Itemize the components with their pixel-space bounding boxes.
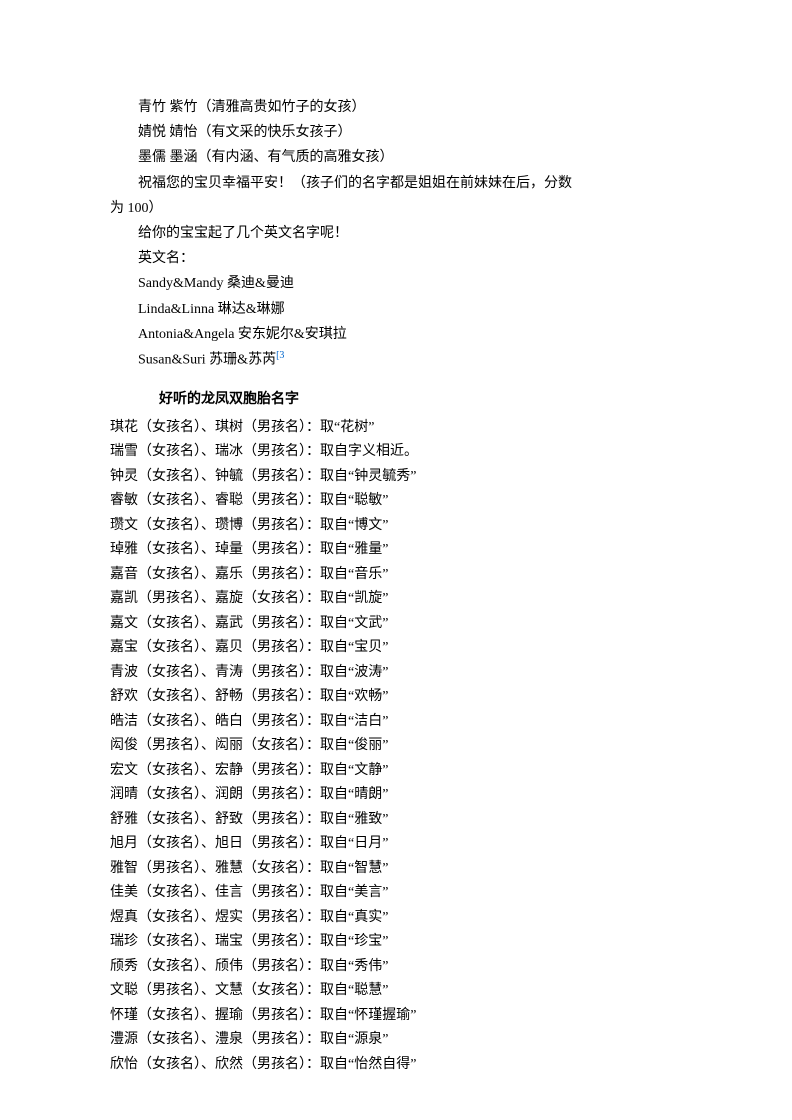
name-pair-line: 琪花（女孩名）、琪树（男孩名）：取“花树” <box>110 416 682 441</box>
more-line-3: Sandy&Mandy 桑迪&曼迪 <box>110 271 682 296</box>
intro-line-5: 为 100） <box>110 196 682 221</box>
name-pair-line: 佳美（女孩名）、佳言（男孩名）：取自“美言” <box>110 881 682 906</box>
name-pair-line: 欣怡（女孩名）、欣然（男孩名）：取自“怡然自得” <box>110 1053 682 1078</box>
more-line-2: 英文名： <box>110 246 682 271</box>
name-pair-line: 嘉音（女孩名）、嘉乐（男孩名）：取自“音乐” <box>110 563 682 588</box>
name-pair-line: 颀秀（女孩名）、颀伟（男孩名）：取自“秀伟” <box>110 955 682 980</box>
last-english-line: Susan&Suri 苏珊&苏芮[3 <box>110 347 682 373</box>
name-pair-line: 睿敏（女孩名）、睿聪（男孩名）：取自“聪敏” <box>110 489 682 514</box>
intro-line-2: 婧悦 婧怡（有文采的快乐女孩子） <box>110 120 682 145</box>
name-pair-line: 青波（女孩名）、青涛（男孩名）：取自“波涛” <box>110 661 682 686</box>
name-pair-line: 舒雅（女孩名）、舒致（男孩名）：取自“雅致” <box>110 808 682 833</box>
name-pair-line: 瑞珍（女孩名）、瑞宝（男孩名）：取自“珍宝” <box>110 930 682 955</box>
intro-line-3: 墨儒 墨涵（有内涵、有气质的高雅女孩） <box>110 145 682 170</box>
name-pair-line: 文聪（男孩名）、文慧（女孩名）：取自“聪慧” <box>110 979 682 1004</box>
name-pair-line: 皓洁（女孩名）、皓白（男孩名）：取自“洁白” <box>110 710 682 735</box>
name-pair-line: 闳俊（男孩名）、闳丽（女孩名）：取自“俊丽” <box>110 734 682 759</box>
name-pair-line: 澧源（女孩名）、澧泉（男孩名）：取自“源泉” <box>110 1028 682 1053</box>
name-pair-line: 瓒文（女孩名）、瓒博（男孩名）：取自“博文” <box>110 514 682 539</box>
name-pair-line: 钟灵（女孩名）、钟毓（男孩名）：取自“钟灵毓秀” <box>110 465 682 490</box>
name-pair-line: 嘉文（女孩名）、嘉武（男孩名）：取自“文武” <box>110 612 682 637</box>
more-line-4: Linda&Linna 琳达&琳娜 <box>110 297 682 322</box>
name-pair-line: 润晴（女孩名）、润朗（男孩名）：取自“晴朗” <box>110 783 682 808</box>
name-pairs-list: 琪花（女孩名）、琪树（男孩名）：取“花树”瑞雪（女孩名）、瑞冰（男孩名）：取自字… <box>110 416 682 1078</box>
name-pair-line: 怀瑾（女孩名）、握瑜（男孩名）：取自“怀瑾握瑜” <box>110 1004 682 1029</box>
name-pair-line: 雅智（男孩名）、雅慧（女孩名）：取自“智慧” <box>110 857 682 882</box>
name-pair-line: 瑞雪（女孩名）、瑞冰（男孩名）：取自字义相近。 <box>110 440 682 465</box>
name-pair-line: 舒欢（女孩名）、舒畅（男孩名）：取自“欢畅” <box>110 685 682 710</box>
name-pair-line: 煜真（女孩名）、煜实（男孩名）：取自“真实” <box>110 906 682 931</box>
more-line-5: Antonia&Angela 安东妮尔&安琪拉 <box>110 322 682 347</box>
section-title: 好听的龙凤双胞胎名字 <box>110 387 682 412</box>
name-pair-line: 旭月（女孩名）、旭日（男孩名）：取自“日月” <box>110 832 682 857</box>
intro-line-1: 青竹 紫竹（清雅高贵如竹子的女孩） <box>110 95 682 120</box>
reference-mark: [3 <box>276 350 284 361</box>
name-pair-line: 宏文（女孩名）、宏静（男孩名）：取自“文静” <box>110 759 682 784</box>
english-text: Susan&Suri 苏珊&苏芮 <box>138 353 276 368</box>
name-pair-line: 嘉凯（男孩名）、嘉旋（女孩名）：取自“凯旋” <box>110 587 682 612</box>
name-pair-line: 琸雅（女孩名）、琸量（男孩名）：取自“雅量” <box>110 538 682 563</box>
more-line-1: 给你的宝宝起了几个英文名字呢！ <box>110 221 682 246</box>
name-pair-line: 嘉宝（女孩名）、嘉贝（男孩名）：取自“宝贝” <box>110 636 682 661</box>
document-content: 青竹 紫竹（清雅高贵如竹子的女孩） 婧悦 婧怡（有文采的快乐女孩子） 墨儒 墨涵… <box>110 95 682 1077</box>
intro-line-4: 祝福您的宝贝幸福平安！（孩子们的名字都是姐姐在前妹妹在后，分数 <box>110 171 682 196</box>
